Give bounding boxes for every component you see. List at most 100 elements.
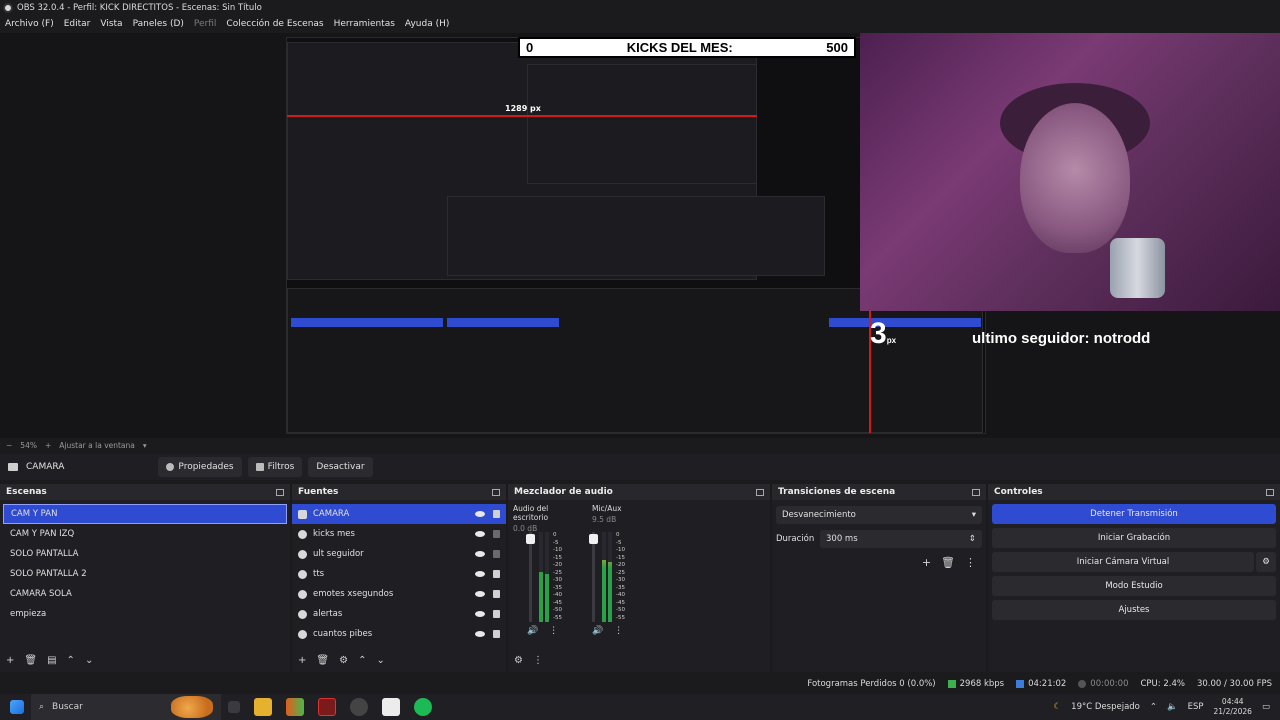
- source-item[interactable]: kicks mes: [292, 524, 506, 544]
- add-icon[interactable]: +: [6, 655, 14, 666]
- scene-item[interactable]: SOLO PANTALLA: [3, 544, 287, 564]
- gear-icon[interactable]: ⚙: [339, 655, 348, 666]
- menu-archivo[interactable]: Archivo (F): [5, 19, 54, 29]
- menu-ayuda[interactable]: Ayuda (H): [405, 19, 449, 29]
- stepper-icon[interactable]: ⇕: [969, 534, 976, 544]
- speaker-icon[interactable]: 🔊: [527, 626, 538, 636]
- zoom-out-icon[interactable]: −: [6, 441, 12, 450]
- deactivate-button[interactable]: Desactivar: [308, 457, 373, 477]
- lock-icon[interactable]: [493, 610, 500, 618]
- move-up-icon[interactable]: ⌃: [358, 655, 366, 666]
- brave-browser-icon[interactable]: [286, 698, 304, 716]
- menu-vista[interactable]: Vista: [100, 19, 122, 29]
- add-icon[interactable]: +: [922, 556, 931, 569]
- move-down-icon[interactable]: ⌄: [376, 655, 384, 666]
- visibility-eye-icon[interactable]: [475, 551, 485, 557]
- visibility-eye-icon[interactable]: [475, 591, 485, 597]
- source-item[interactable]: tts: [292, 564, 506, 584]
- weather-icon[interactable]: ☾: [1054, 702, 1062, 712]
- start-recording-button[interactable]: Iniciar Grabación: [992, 528, 1276, 548]
- source-item[interactable]: cuantos pibes: [292, 624, 506, 644]
- source-item[interactable]: alertas: [292, 604, 506, 624]
- advanced-audio-gear-icon[interactable]: ⚙: [514, 655, 523, 666]
- gear-icon[interactable]: ⚙: [1256, 552, 1276, 572]
- duration-input[interactable]: 300 ms ⇕: [820, 530, 982, 548]
- properties-button[interactable]: Propiedades: [158, 457, 242, 477]
- stop-stream-button[interactable]: Detener Transmisión: [992, 504, 1276, 524]
- scene-item[interactable]: empieza: [3, 604, 287, 624]
- scene-item[interactable]: CAM Y PAN: [3, 504, 287, 524]
- filters-button[interactable]: Filtros: [247, 457, 303, 477]
- more-options-icon[interactable]: ⋮: [549, 626, 558, 636]
- transition-select[interactable]: Desvanecimiento ▾: [776, 506, 982, 524]
- lock-icon[interactable]: [493, 530, 500, 538]
- speaker-icon[interactable]: 🔈: [1167, 702, 1178, 712]
- more-options-icon[interactable]: ⋮: [965, 556, 976, 569]
- windows-start-icon[interactable]: [10, 700, 24, 714]
- speaker-icon[interactable]: 🔊: [592, 626, 603, 636]
- slider-knob[interactable]: [526, 534, 535, 544]
- source-item[interactable]: CAMARA: [292, 504, 506, 524]
- scene-item[interactable]: CAMARA SOLA: [3, 584, 287, 604]
- fit-dropdown-icon[interactable]: ▾: [143, 441, 147, 450]
- lock-icon[interactable]: [493, 590, 500, 598]
- preview-area[interactable]: 1289 px 0 KICKS DEL MES: 500 3px ultimo …: [0, 33, 1280, 438]
- task-view-icon[interactable]: [228, 701, 240, 713]
- tray-chevron-icon[interactable]: ⌃: [1150, 702, 1157, 712]
- notification-icon[interactable]: ▭: [1262, 702, 1270, 712]
- globe-icon: [298, 529, 307, 539]
- menu-perfil[interactable]: Perfil: [194, 19, 217, 29]
- lock-icon[interactable]: [493, 630, 500, 638]
- scene-item[interactable]: SOLO PANTALLA 2: [3, 564, 287, 584]
- trash-icon[interactable]: 🗑: [316, 655, 329, 666]
- undock-icon[interactable]: [276, 488, 284, 496]
- scenes-list: CAM Y PAN CAM Y PAN IZQ SOLO PANTALLA SO…: [0, 500, 290, 624]
- move-up-icon[interactable]: ⌃: [67, 655, 75, 666]
- more-options-icon[interactable]: ⋮: [614, 626, 623, 636]
- slider-knob[interactable]: [589, 534, 598, 544]
- trash-icon[interactable]: 🗑: [24, 655, 37, 666]
- clock[interactable]: 04:44 21/2/2026: [1214, 697, 1252, 717]
- start-virtual-camera-button[interactable]: Iniciar Cámara Virtual: [992, 552, 1254, 572]
- undock-icon[interactable]: [972, 488, 980, 496]
- more-options-icon[interactable]: ⋮: [533, 655, 543, 666]
- file-explorer-icon[interactable]: [254, 698, 272, 716]
- source-item[interactable]: emotes xsegundos: [292, 584, 506, 604]
- undock-icon[interactable]: [492, 488, 500, 496]
- menu-paneles[interactable]: Paneles (D): [133, 19, 184, 29]
- undock-icon[interactable]: [1266, 488, 1274, 496]
- menu-editar[interactable]: Editar: [64, 19, 91, 29]
- lock-icon[interactable]: [493, 570, 500, 578]
- source-item[interactable]: ult seguidor: [292, 544, 506, 564]
- settings-button[interactable]: Ajustes: [992, 600, 1276, 620]
- add-icon[interactable]: +: [298, 655, 306, 666]
- menu-herramientas[interactable]: Herramientas: [334, 19, 395, 29]
- visibility-eye-icon[interactable]: [475, 571, 485, 577]
- volume-slider[interactable]: [526, 532, 535, 622]
- obs-taskbar-icon[interactable]: [350, 698, 368, 716]
- title-bar: OBS 32.0.4 - Perfil: KICK DIRECTITOS - E…: [0, 0, 860, 15]
- lock-icon[interactable]: [493, 510, 500, 518]
- taskbar-search[interactable]: ⌕ Buscar: [31, 694, 221, 720]
- zoom-in-icon[interactable]: +: [45, 441, 51, 450]
- filter-icon[interactable]: ▤: [47, 655, 56, 666]
- language[interactable]: ESP: [1188, 702, 1204, 712]
- volume-slider[interactable]: [589, 532, 598, 622]
- spotify-icon[interactable]: [414, 698, 432, 716]
- menu-coleccion-escenas[interactable]: Colección de Escenas: [226, 19, 323, 29]
- steam-icon[interactable]: [382, 698, 400, 716]
- app-icon[interactable]: [318, 698, 336, 716]
- visibility-eye-icon[interactable]: [475, 531, 485, 537]
- visibility-eye-icon[interactable]: [475, 611, 485, 617]
- studio-mode-button[interactable]: Modo Estudio: [992, 576, 1276, 596]
- scene-item[interactable]: CAM Y PAN IZQ: [3, 524, 287, 544]
- fit-window-label[interactable]: Ajustar a la ventana: [59, 441, 135, 450]
- lock-icon[interactable]: [493, 550, 500, 558]
- nested-screen-3: [447, 196, 825, 276]
- trash-icon[interactable]: 🗑: [941, 556, 955, 569]
- visibility-eye-icon[interactable]: [475, 631, 485, 637]
- move-down-icon[interactable]: ⌄: [85, 655, 93, 666]
- weather-text[interactable]: 19°C Despejado: [1071, 702, 1140, 712]
- visibility-eye-icon[interactable]: [475, 511, 485, 517]
- undock-icon[interactable]: [756, 488, 764, 496]
